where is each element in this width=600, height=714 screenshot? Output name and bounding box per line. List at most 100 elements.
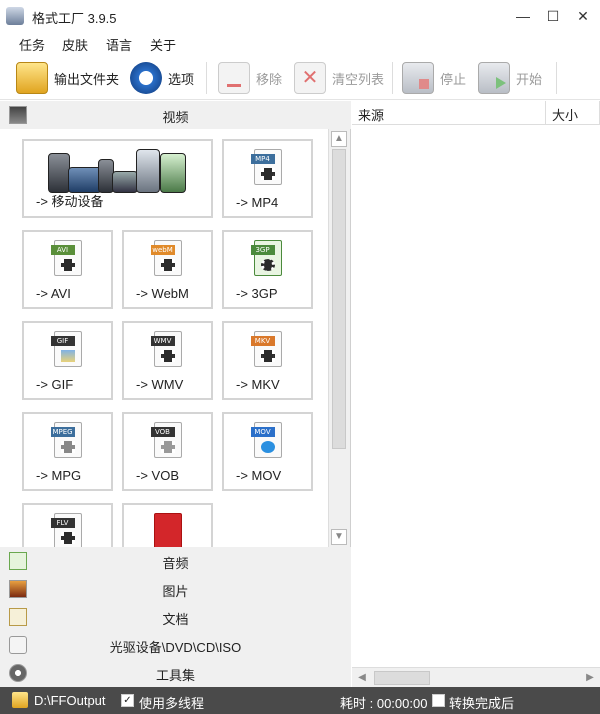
- close-button[interactable]: ✕: [568, 0, 598, 32]
- flash-file-icon: [153, 513, 182, 547]
- column-source[interactable]: 来源: [352, 101, 546, 125]
- output-folder-icon: [16, 62, 48, 94]
- tile-avi[interactable]: AVI -> AVI: [22, 230, 113, 309]
- start-icon: [478, 62, 510, 94]
- remove-button[interactable]: 移除: [218, 56, 282, 100]
- stop-button[interactable]: 停止: [402, 56, 466, 100]
- scroll-down-icon[interactable]: ▼: [331, 529, 347, 545]
- scroll-thumb[interactable]: [332, 149, 346, 449]
- scroll-left-icon[interactable]: ◀: [354, 670, 370, 686]
- category-picture[interactable]: 图片: [0, 575, 351, 603]
- tile-mp4[interactable]: MP4 -> MP4: [222, 139, 313, 218]
- menu-tasks[interactable]: 任务: [19, 35, 45, 54]
- video-grid-scrollbar[interactable]: ▲ ▼: [328, 129, 348, 547]
- options-label: 选项: [168, 71, 195, 87]
- mov-file-icon: MOV: [250, 422, 282, 458]
- mobile-devices-icon: [48, 147, 188, 193]
- gif-file-icon: GIF: [50, 331, 82, 367]
- tile-flv[interactable]: FLV: [22, 503, 113, 547]
- stop-label: 停止: [440, 71, 467, 87]
- tile-mkv[interactable]: MKV -> MKV: [222, 321, 313, 400]
- tile-swf[interactable]: [122, 503, 213, 547]
- mp4-file-icon: MP4: [250, 149, 282, 185]
- tile-gif-label: -> GIF: [36, 377, 74, 392]
- menu-language[interactable]: 语言: [106, 35, 132, 54]
- category-optical[interactable]: 光驱设备\DVD\CD\ISO: [0, 631, 351, 659]
- after-convert-checkbox[interactable]: [432, 694, 445, 707]
- category-optical-label: 光驱设备\DVD\CD\ISO: [109, 640, 242, 655]
- tile-webm-label: -> WebM: [136, 286, 189, 301]
- tile-wmv[interactable]: WMV -> WMV: [122, 321, 213, 400]
- toolbar-divider: [206, 62, 207, 94]
- tile-mp4-label: -> MP4: [236, 195, 279, 210]
- category-video[interactable]: 视频: [0, 101, 351, 129]
- multithread-checkbox[interactable]: ✓: [121, 694, 134, 707]
- clear-list-button[interactable]: ✕ 清空列表: [294, 56, 384, 100]
- after-convert-label: 转换完成后: [449, 696, 515, 711]
- elapsed-time: 耗时 : 00:00:00: [340, 696, 428, 711]
- minimize-button[interactable]: —: [508, 0, 538, 32]
- wmv-file-icon: WMV: [150, 331, 182, 367]
- output-folder-icon: [12, 692, 28, 708]
- tile-mobile-device[interactable]: -> 移动设备: [22, 139, 213, 218]
- remove-label: 移除: [256, 71, 283, 87]
- task-list-scrollbar[interactable]: ◀ ▶: [352, 667, 600, 687]
- output-folder-label: 输出文件夹: [54, 71, 120, 87]
- multithread-label: 使用多线程: [139, 696, 205, 711]
- tile-vob[interactable]: VOB -> VOB: [122, 412, 213, 491]
- window-title: 格式工厂 3.9.5: [32, 11, 117, 26]
- category-panel: 视频 -> 移动设备 MP4 -> MP4 AVI -> AVI webM ->…: [0, 101, 351, 687]
- tile-webm[interactable]: webM -> WebM: [122, 230, 213, 309]
- options-gear-icon: [130, 62, 162, 94]
- tile-3gp-label: -> 3GP: [236, 286, 278, 301]
- menu-about[interactable]: 关于: [150, 35, 176, 54]
- category-audio[interactable]: 音频: [0, 547, 351, 575]
- category-audio-label: 音频: [162, 556, 189, 571]
- tile-mpg-label: -> MPG: [36, 468, 82, 483]
- toolbar: 输出文件夹 选项 移除 ✕ 清空列表 停止 开始: [0, 56, 600, 100]
- remove-icon: [218, 62, 250, 94]
- menu-bar: 任务 皮肤 语言 关于: [0, 32, 600, 54]
- options-button[interactable]: 选项: [130, 56, 194, 100]
- output-folder-button[interactable]: 输出文件夹: [16, 56, 119, 100]
- tile-wmv-label: -> WMV: [136, 377, 184, 392]
- maximize-button[interactable]: ☐: [538, 0, 568, 32]
- tile-3gp[interactable]: 3GP -> 3GP: [222, 230, 313, 309]
- tile-mov[interactable]: MOV -> MOV: [222, 412, 313, 491]
- tile-mpg[interactable]: MPEG -> MPG: [22, 412, 113, 491]
- tile-mkv-label: -> MKV: [236, 377, 280, 392]
- clear-list-icon: ✕: [294, 62, 326, 94]
- title-bar: 格式工厂 3.9.5 — ☐ ✕: [0, 0, 600, 32]
- vob-file-icon: VOB: [150, 422, 182, 458]
- tile-vob-label: -> VOB: [136, 468, 179, 483]
- status-bar: D:\FFOutput ✓ 使用多线程 耗时 : 00:00:00 转换完成后: [0, 687, 600, 714]
- output-path[interactable]: D:\FFOutput: [34, 693, 106, 708]
- tile-gif[interactable]: GIF -> GIF: [22, 321, 113, 400]
- mpg-file-icon: MPEG: [50, 422, 82, 458]
- video-format-grid: -> 移动设备 MP4 -> MP4 AVI -> AVI webM -> We…: [0, 129, 328, 547]
- start-label: 开始: [516, 71, 543, 87]
- 3gp-file-icon: 3GP: [250, 240, 282, 276]
- category-document[interactable]: 文档: [0, 603, 351, 631]
- category-document-label: 文档: [162, 612, 189, 627]
- scroll-up-icon[interactable]: ▲: [331, 131, 347, 147]
- category-tools-label: 工具集: [155, 668, 195, 683]
- clear-list-label: 清空列表: [332, 71, 385, 87]
- menu-skin[interactable]: 皮肤: [62, 35, 88, 54]
- tile-mov-label: -> MOV: [236, 468, 282, 483]
- category-tools[interactable]: 工具集: [0, 659, 351, 687]
- column-size[interactable]: 大小: [546, 101, 600, 125]
- scroll-right-icon[interactable]: ▶: [582, 670, 598, 686]
- webm-file-icon: webM: [150, 240, 182, 276]
- tile-mobile-device-label: -> 移动设备: [36, 194, 104, 209]
- start-button[interactable]: 开始: [478, 56, 542, 100]
- mkv-file-icon: MKV: [250, 331, 282, 367]
- toolbar-divider: [556, 62, 557, 94]
- flv-file-icon: FLV: [50, 513, 82, 547]
- avi-file-icon: AVI: [50, 240, 82, 276]
- category-video-label: 视频: [162, 110, 189, 125]
- app-logo-icon: [6, 7, 24, 25]
- tile-avi-label: -> AVI: [36, 286, 71, 301]
- scroll-thumb[interactable]: [374, 671, 430, 685]
- category-picture-label: 图片: [162, 584, 189, 599]
